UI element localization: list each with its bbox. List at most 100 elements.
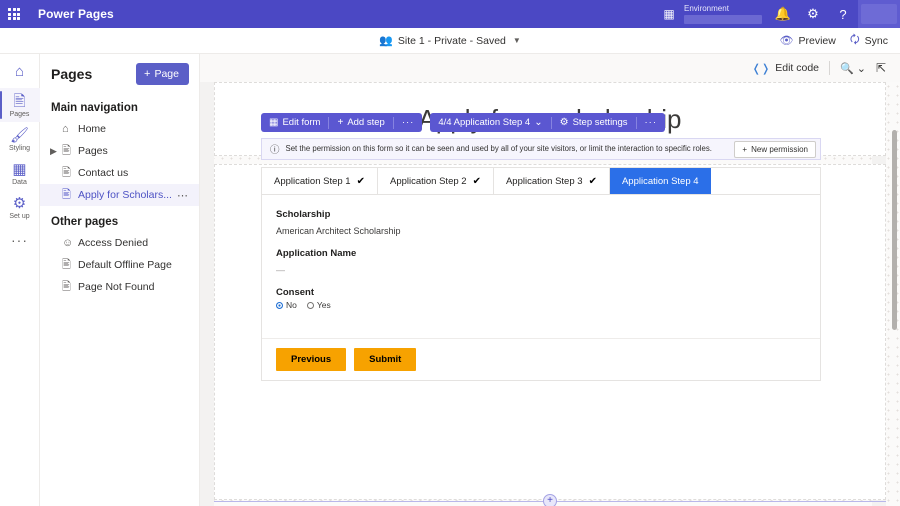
sidebar-item-data[interactable]: ▦ Data [0,156,40,190]
tab-label: Application Step 2 [390,176,467,187]
step-settings-label: Step settings [573,117,628,128]
radio-button[interactable] [307,302,314,309]
add-step-button[interactable]: + Add step [329,113,392,132]
app-launcher-icon[interactable] [0,0,28,28]
form-icon: ▦ [269,117,278,128]
site-status-chip[interactable]: 👥 Site 1 - Private - Saved ▼ [379,34,521,47]
page-error-icon: 🖹 [62,278,78,297]
power-pages-design-studio: Power Pages ▦ Environment 🔔 ⚙ ? 👥 Site 1… [0,0,900,506]
radio-option-yes[interactable]: Yes [307,300,331,310]
nav-item-pages[interactable]: ▶ 🖹 Pages [40,140,199,162]
checkmark-icon: ✔ [357,176,365,187]
nav-item-apply-for-scholarship[interactable]: 🖹 Apply for Scholars... ⋯ [40,184,199,206]
sidebar-item-setup[interactable]: ⚙ Set up [0,190,40,224]
environment-label: Environment [684,4,762,13]
checkmark-icon: ✔ [473,176,481,187]
plus-icon: + [742,145,747,154]
preview-label: Preview [798,35,835,47]
nav-item-label: Contact us [78,167,128,179]
suite-header-right: ▦ Environment 🔔 ⚙ ? [658,0,900,28]
pages-panel-header: Pages + Page [40,54,199,94]
form-overflow-button[interactable]: ··· [394,113,423,132]
expand-arrows-icon[interactable]: ⇱ [876,61,886,75]
edit-code-button[interactable]: ❬❭ Edit code [752,62,819,75]
page-title: Pages [51,66,92,82]
plus-icon: + [144,69,150,80]
edit-code-label: Edit code [775,62,819,74]
gear-icon[interactable]: ⚙ [798,0,828,28]
canvas-area: ❬❭ Edit code 🔍 ⌄ ⇱ Apply for a scholarsh… [200,54,900,506]
new-permission-button[interactable]: + New permission [734,141,816,158]
person-denied-icon: ☺ [62,237,78,249]
multistep-form-card: Application Step 1 ✔ Application Step 2 … [261,167,821,381]
preview-button[interactable]: 👁 Preview [780,34,836,47]
tab-application-step-1[interactable]: Application Step 1 ✔ [262,168,378,194]
page-icon: 🖹 [62,164,78,183]
chevron-down-icon: ⌄ [534,117,542,128]
brush-icon: 🖌 [10,127,29,144]
rail-overflow-icon[interactable]: ··· [11,224,28,256]
submit-button[interactable]: Submit [354,348,416,371]
sync-label: Sync [865,35,888,47]
sidebar-item-pages[interactable]: 🖹 Pages [0,88,40,122]
canvas-left-gutter [200,82,214,506]
avatar[interactable] [858,0,900,28]
code-icon: ❬❭ [752,62,770,75]
environment-name-redacted [684,15,762,24]
tab-label: Application Step 4 [622,176,699,187]
suite-header: Power Pages ▦ Environment 🔔 ⚙ ? [0,0,900,28]
field-label: Scholarship [276,209,806,220]
page-icon: 🖹 [62,142,78,161]
tab-application-step-3[interactable]: Application Step 3 ✔ [494,168,610,194]
step-selector-button[interactable]: 4/4 Application Step 4 ⌄ [430,113,550,132]
field-value: — [276,265,806,275]
field-label: Application Name [276,248,806,259]
canvas-scrollbar[interactable] [892,130,897,330]
nav-item-page-not-found[interactable]: 🖹 Page Not Found [40,276,199,298]
page-icon: 🖹 [62,186,78,205]
field-application-name: Application Name — [276,248,806,275]
environment-icon: ▦ [658,7,680,21]
info-icon: ⓘ [270,142,280,156]
sync-button[interactable]: 🗘 Sync [850,31,888,50]
radio-option-no[interactable]: No [276,300,297,310]
tab-label: Application Step 1 [274,176,351,187]
form-toolbar-group: ▦ Edit form + Add step ··· [261,113,422,132]
eye-icon: 👁 [780,34,794,47]
question-mark-icon[interactable]: ? [828,0,858,28]
toolbar-divider [829,61,830,75]
nav-item-default-offline-page[interactable]: 🖹 Default Offline Page [40,254,199,276]
sidebar-item-label: Pages [10,111,30,118]
nav-item-access-denied[interactable]: ☺ Access Denied [40,232,199,254]
tab-application-step-4[interactable]: Application Step 4 [610,168,711,194]
permission-banner-text: Set the permission on this form so it ca… [286,144,735,154]
nav-item-label: Default Offline Page [78,259,172,271]
nav-item-home[interactable]: ⌂ Home [40,118,199,140]
sync-icon: 🗘 [850,31,860,50]
other-pages-heading: Other pages [40,208,199,232]
step-settings-button[interactable]: ⚙ Step settings [552,113,636,132]
tab-application-step-2[interactable]: Application Step 2 ✔ [378,168,494,194]
sidebar-item-home[interactable]: ⌂ [0,58,40,88]
form-actions: Previous Submit [262,338,820,380]
add-page-button[interactable]: + Page [136,63,189,85]
magnifier-icon: 🔍 [840,62,854,75]
environment-selector[interactable]: ▦ Environment [658,4,762,24]
previous-button[interactable]: Previous [276,348,346,371]
nav-item-contact-us[interactable]: 🖹 Contact us [40,162,199,184]
edit-form-button[interactable]: ▦ Edit form [261,113,328,132]
add-section-control: + [200,494,900,506]
field-consent: Consent No Yes [276,287,806,310]
step-overflow-button[interactable]: ··· [637,113,666,132]
zoom-control[interactable]: 🔍 ⌄ [840,62,866,75]
sidebar-item-styling[interactable]: 🖌 Styling [0,122,40,156]
command-bar: 👥 Site 1 - Private - Saved ▼ 👁 Preview 🗘… [0,28,900,54]
plus-icon[interactable]: + [543,494,557,506]
nav-item-overflow-icon[interactable]: ⋯ [177,189,189,202]
chevron-right-icon[interactable]: ▶ [50,146,57,157]
sidebar-item-label: Data [12,179,27,186]
bell-icon[interactable]: 🔔 [768,0,798,28]
field-value: American Architect Scholarship [276,226,806,236]
radio-button[interactable] [276,302,283,309]
pages-panel: Pages + Page Main navigation ⌂ Home ▶ 🖹 … [40,54,200,506]
